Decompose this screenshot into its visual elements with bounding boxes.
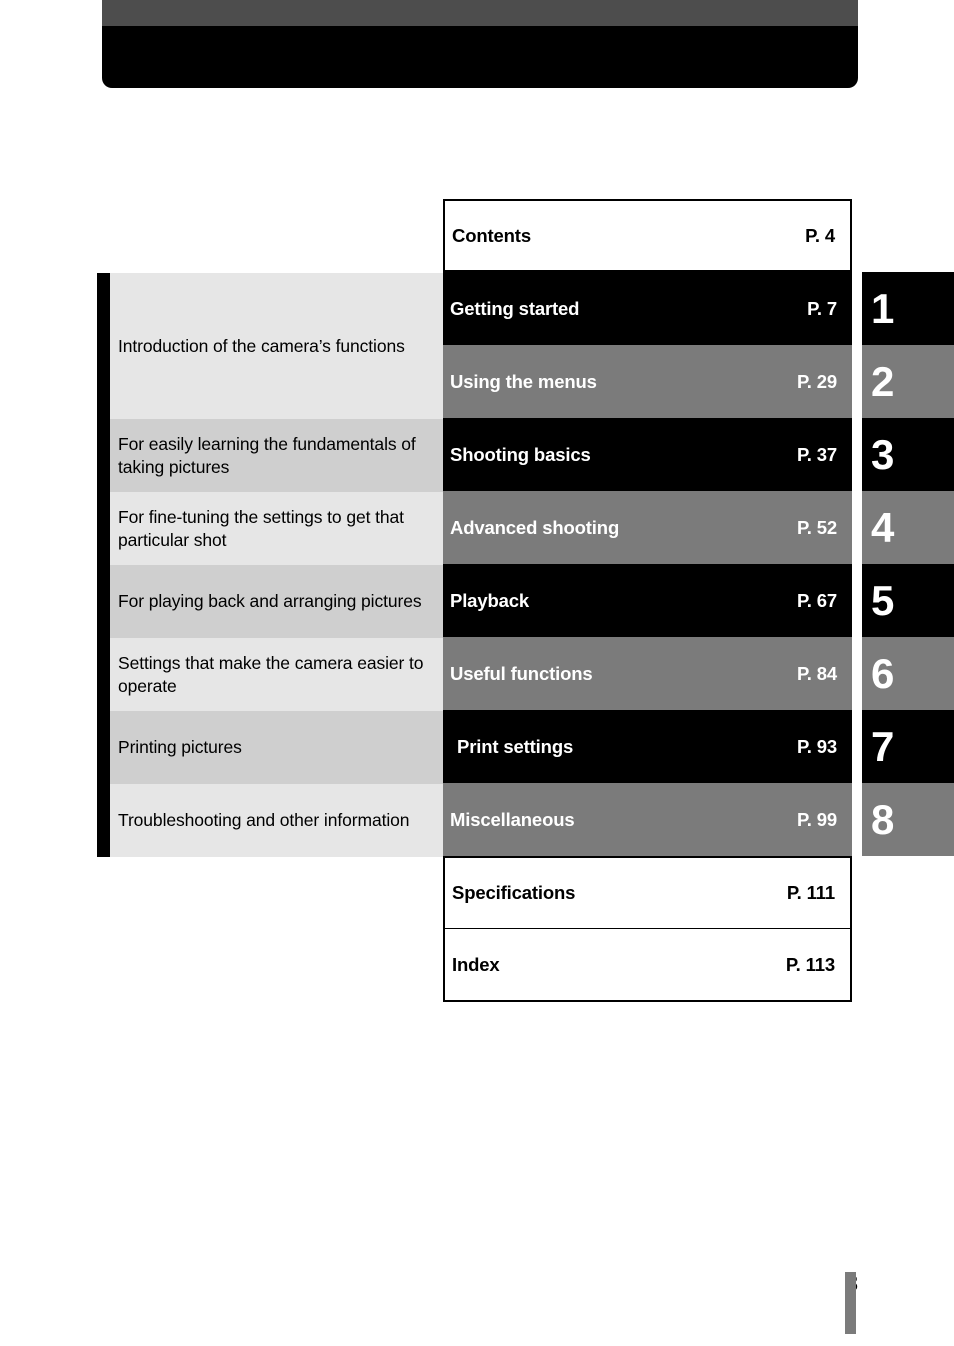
section-page-reference: P. 67 [796,589,837,611]
description-row: Troubleshooting and other information [110,784,443,857]
section-row[interactable]: Print settings P. 93 [443,710,852,783]
chapter-tab-number: 5 [871,576,895,624]
chapter-tab[interactable]: 7 [862,710,954,783]
section-label: Getting started [450,297,580,319]
chapter-tab[interactable]: 1 [862,272,954,345]
chapter-tab-number: 7 [871,722,895,770]
section-label: Using the menus [450,370,597,392]
description-text: Printing pictures [118,737,242,757]
section-page-reference: P. 99 [796,808,837,830]
section-page-reference: P. 52 [796,516,837,538]
description-column: Introduction of the camera’s functions Fo… [110,273,443,857]
chapter-tab[interactable]: 3 [862,418,954,491]
section-row[interactable]: Miscellaneous P. 99 [443,783,852,856]
chapter-tab-strip: 1 2 3 4 5 6 7 8 [862,272,954,856]
section-page-reference: P. 111 [786,882,835,903]
section-label: Contents [452,224,531,246]
chapter-tab-number: 3 [871,430,895,478]
description-row: For playing back and arranging pictures [110,565,443,638]
chapter-tab[interactable]: 8 [862,783,954,856]
section-row[interactable]: Contents P. 4 [443,199,852,272]
description-text: For playing back and arranging pictures [118,591,422,611]
description-text: For fine-tuning the settings to get that… [118,506,404,550]
section-row[interactable]: Using the menus P. 29 [443,345,852,418]
description-row: Printing pictures [110,711,443,784]
description-row: For easily learning the fundamentals of … [110,419,443,492]
section-page-reference: P. 84 [796,662,837,684]
chapter-tab[interactable]: 6 [862,637,954,710]
chapter-tab[interactable]: 5 [862,564,954,637]
section-page-reference: P. 7 [807,297,837,319]
section-page-reference: P. 4 [805,224,835,246]
section-row[interactable]: Playback P. 67 [443,564,852,637]
description-row: Settings that make the camera easier to … [110,638,443,711]
section-page-reference: P. 29 [796,370,837,392]
section-row[interactable]: Useful functions P. 84 [443,637,852,710]
chapter-tab-number: 6 [871,649,895,697]
section-label: Shooting basics [450,443,591,465]
description-text: Troubleshooting and other information [118,810,410,830]
description-row: For fine-tuning the settings to get that… [110,492,443,565]
description-text: Introduction of the camera’s functions [118,335,405,356]
section-row[interactable]: Advanced shooting P. 52 [443,491,852,564]
section-label: Advanced shooting [450,516,620,538]
description-row: Introduction of the camera’s functions [110,273,443,419]
section-page-reference: P. 113 [785,953,835,975]
section-label: Playback [450,589,530,611]
footer-rule [845,1272,856,1334]
section-row[interactable]: Specifications P. 111 [443,856,852,929]
chapter-tab-number: 1 [871,284,895,332]
section-label: Useful functions [450,662,593,684]
section-row[interactable]: Index P. 113 [443,929,852,1002]
section-column: Contents P. 4 Getting started P. 7 Using the… [443,199,852,1002]
chapter-tab-number: 4 [871,503,895,551]
description-text: Settings that make the camera easier to … [118,652,424,696]
section-label: Miscellaneous [450,808,575,830]
section-page-reference: P. 93 [796,735,837,757]
chapter-tab-number: 2 [871,357,895,405]
section-page-reference: P. 37 [796,443,837,465]
chapter-tab-number: 8 [871,795,895,843]
section-row[interactable]: Getting started P. 7 [443,272,852,345]
contents-guide-table: Introduction of the camera’s functions Fo… [0,0,954,1346]
section-label: Specifications [452,882,576,903]
description-text: For easily learning the fundamentals of … [118,433,416,477]
section-label: Print settings [457,735,574,757]
chapter-tab[interactable]: 4 [862,491,954,564]
section-row[interactable]: Shooting basics P. 37 [443,418,852,491]
section-label: Index [452,953,500,975]
description-column-spine [97,273,110,857]
chapter-tab[interactable]: 2 [862,345,954,418]
